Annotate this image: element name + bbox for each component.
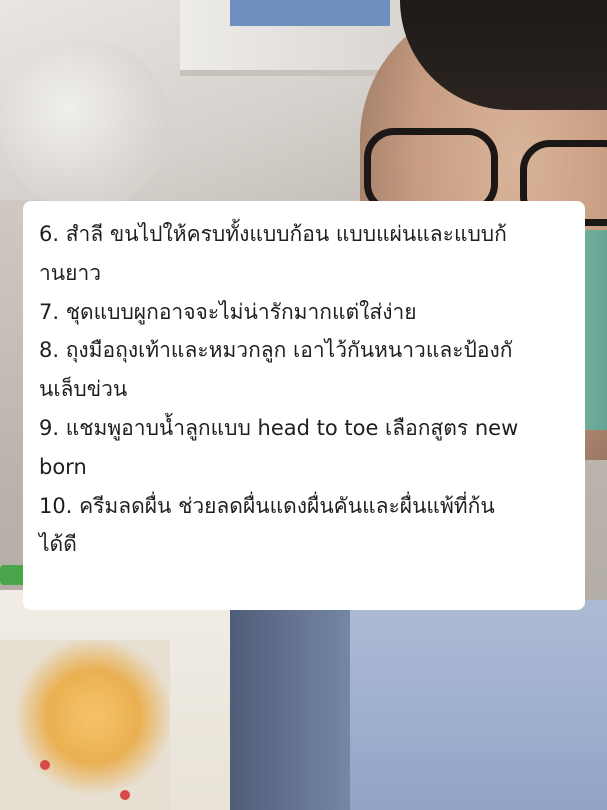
text-line: านยาว [39,260,102,285]
text-line: 8. ถุงมือถุงเท้าและหมวกลูก เอาไว้กันหนาว… [39,338,513,363]
incubator-dome [0,40,170,210]
blanket-dot [40,760,50,770]
text-line: นเล็บข่วน [39,377,128,402]
text-line: 9. แชมพูอาบน้ำลูกแบบ head to toe เลือกสู… [39,415,519,440]
cartoon-print [0,640,170,810]
text-line: ได้ดี [39,532,77,557]
text-line: 6. สำลี ขนไปให้ครบทั้งแบบก้อน แบบแผ่นและ… [39,222,507,246]
text-line: born [39,454,87,479]
gown-shadow [230,600,350,810]
blanket-dot [120,790,130,800]
text-line: 10. ครีมลดผื่น ช่วยลดผื่นแดงผื่นคันและผื… [39,493,495,518]
blue-mattress-strip [230,0,390,26]
text-card: 6. สำลี ขนไปให้ครบทั้งแบบก้อน แบบแผ่นและ… [23,201,585,610]
text-line: 7. ชุดแบบผูกอาจจะไม่น่ารักมากแต่ใส่ง่าย [39,299,417,324]
